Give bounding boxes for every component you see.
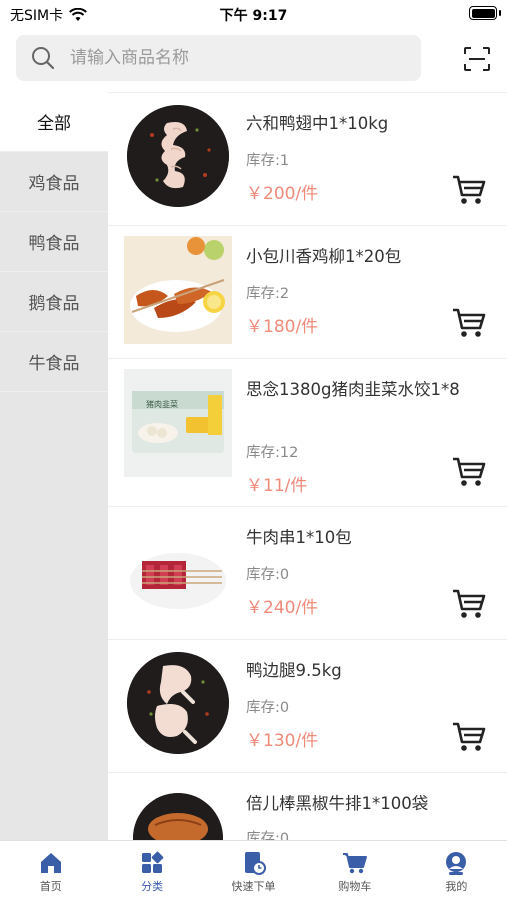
profile-icon bbox=[446, 852, 467, 875]
sidebar-item-all[interactable]: 全部 bbox=[0, 92, 108, 152]
sidebar-item-label: 鹅食品 bbox=[28, 294, 80, 314]
category-sidebar: 全部 鸡食品 鸭食品 鹅食品 牛食品 bbox=[0, 92, 108, 840]
add-to-cart-button[interactable] bbox=[451, 173, 487, 207]
tab-label: 购物车 bbox=[338, 880, 372, 893]
product-stock: 库存:0 bbox=[246, 567, 290, 583]
add-to-cart-button[interactable] bbox=[451, 720, 487, 754]
tab-cart[interactable]: 购物车 bbox=[304, 841, 405, 900]
product-stock: 库存:0 bbox=[246, 831, 290, 840]
home-icon bbox=[40, 853, 61, 873]
product-image bbox=[124, 236, 232, 344]
sidebar-item-label: 鸭食品 bbox=[28, 234, 80, 254]
product-image bbox=[127, 105, 229, 207]
tab-quick-order[interactable]: 快速下单 bbox=[203, 841, 304, 900]
tab-bar: 首页 分类 快速下单 购物车 我的 bbox=[0, 840, 507, 900]
sidebar-item-label: 鸡食品 bbox=[28, 174, 80, 194]
product-name: 小包川香鸡柳1*20包 bbox=[246, 247, 402, 266]
product-image bbox=[133, 793, 223, 840]
status-time: 下午 9:17 bbox=[219, 8, 288, 24]
product-price: ￥240/件 bbox=[246, 598, 319, 618]
product-name: 倍儿棒黑椒牛排1*100袋 bbox=[246, 794, 429, 813]
search-input[interactable] bbox=[70, 48, 421, 68]
product-item[interactable]: 猪肉韭菜 思念1380g猪肉韭菜水饺1*8 库存:12 ￥11/件 bbox=[108, 359, 507, 507]
category-icon bbox=[142, 851, 164, 873]
product-stock: 库存:2 bbox=[246, 286, 290, 302]
product-image bbox=[127, 652, 229, 754]
product-price: ￥200/件 bbox=[246, 184, 319, 204]
scan-button[interactable] bbox=[460, 44, 494, 74]
tab-label: 快速下单 bbox=[231, 880, 276, 893]
search-bar[interactable] bbox=[16, 35, 421, 81]
sidebar-item-duck[interactable]: 鸭食品 bbox=[0, 212, 108, 272]
product-image: 猪肉韭菜 bbox=[124, 369, 232, 477]
sidebar-item-label: 全部 bbox=[37, 114, 71, 134]
add-to-cart-button[interactable] bbox=[451, 587, 487, 621]
sidebar-item-beef[interactable]: 牛食品 bbox=[0, 332, 108, 392]
tab-category[interactable]: 分类 bbox=[101, 841, 202, 900]
product-stock: 库存:12 bbox=[246, 445, 299, 461]
product-item[interactable]: 小包川香鸡柳1*20包 库存:2 ￥180/件 bbox=[108, 226, 507, 359]
sidebar-item-chicken[interactable]: 鸡食品 bbox=[0, 152, 108, 212]
search-icon bbox=[30, 45, 56, 71]
product-item[interactable]: 鸭边腿9.5kg 库存:0 ￥130/件 bbox=[108, 640, 507, 773]
product-item[interactable]: 倍儿棒黑椒牛排1*100袋 库存:0 bbox=[108, 773, 507, 840]
product-stock: 库存:0 bbox=[246, 700, 290, 716]
sidebar-item-goose[interactable]: 鹅食品 bbox=[0, 272, 108, 332]
add-to-cart-button[interactable] bbox=[451, 306, 487, 340]
cart-icon bbox=[342, 853, 367, 874]
scan-icon bbox=[464, 47, 490, 71]
package-text: 猪肉韭菜 bbox=[146, 400, 178, 409]
tab-profile[interactable]: 我的 bbox=[406, 841, 507, 900]
add-to-cart-button[interactable] bbox=[451, 455, 487, 489]
product-list: 六和鸭翅中1*10kg 库存:1 ￥200/件 小包川香鸡柳1*20包 库存:2… bbox=[108, 92, 507, 840]
status-bar: 无SIM卡 下午 9:17 bbox=[0, 0, 507, 28]
tab-label: 我的 bbox=[445, 880, 468, 893]
sidebar-item-label: 牛食品 bbox=[28, 354, 80, 374]
product-name: 牛肉串1*10包 bbox=[246, 528, 352, 547]
tab-home[interactable]: 首页 bbox=[0, 841, 101, 900]
product-price: ￥11/件 bbox=[246, 476, 308, 496]
product-name: 思念1380g猪肉韭菜水饺1*8 bbox=[246, 380, 460, 399]
product-price: ￥130/件 bbox=[246, 731, 319, 751]
product-image bbox=[124, 519, 232, 627]
product-item[interactable]: 六和鸭翅中1*10kg 库存:1 ￥200/件 bbox=[108, 93, 507, 226]
product-price: ￥180/件 bbox=[246, 317, 319, 337]
tab-label: 分类 bbox=[141, 880, 164, 893]
product-stock: 库存:1 bbox=[246, 153, 290, 169]
battery-icon bbox=[469, 6, 497, 20]
product-item[interactable]: 牛肉串1*10包 库存:0 ￥240/件 bbox=[108, 507, 507, 640]
tab-label: 首页 bbox=[39, 880, 62, 893]
product-name: 六和鸭翅中1*10kg bbox=[246, 114, 389, 133]
product-name: 鸭边腿9.5kg bbox=[246, 661, 342, 680]
quick-order-icon bbox=[244, 852, 266, 875]
